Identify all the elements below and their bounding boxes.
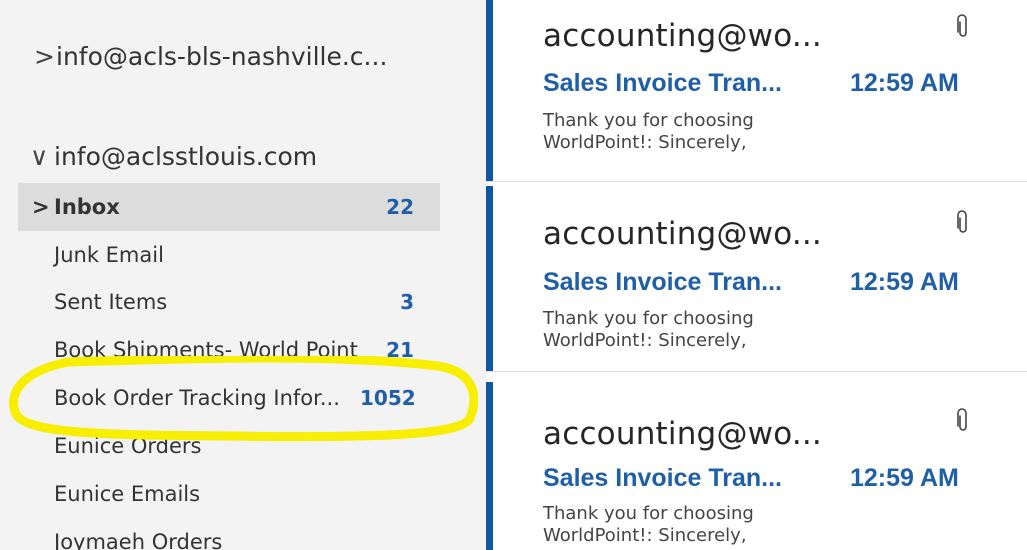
folder-label: Eunice Orders: [54, 434, 202, 458]
folder-label: Book Shipments- World Point: [54, 338, 358, 362]
message-time: 12:59 AM: [850, 69, 959, 97]
account-label: info@acls-bls-nashville.c...: [56, 42, 388, 71]
folder-junk-email[interactable]: Junk Email: [18, 231, 440, 279]
folder-label: Eunice Emails: [54, 482, 201, 506]
message-item[interactable]: accounting@wo... Sales Invoice Tran... 1…: [486, 186, 1027, 372]
message-time: 12:59 AM: [850, 268, 959, 296]
message-preview: Thank you for choosing WorldPoint!: Sinc…: [543, 503, 843, 547]
account-header-stlouis[interactable]: ∨ info@aclsstlouis.com: [30, 142, 318, 171]
folder-eunice-emails[interactable]: Eunice Emails: [18, 470, 440, 518]
unread-count: 1052: [360, 386, 416, 410]
account-label: info@aclsstlouis.com: [54, 142, 318, 171]
message-preview-line: WorldPoint!: Sincerely,: [543, 525, 747, 546]
message-time: 12:59 AM: [850, 464, 959, 492]
message-subject: Sales Invoice Tran...: [543, 464, 783, 492]
message-item[interactable]: accounting@wo... Sales Invoice Tran... 1…: [486, 382, 1027, 550]
folder-label: Junk Email: [54, 243, 164, 267]
unread-indicator: [486, 382, 493, 550]
paperclip-icon: [957, 14, 967, 37]
folder-label: Sent Items: [54, 290, 168, 314]
unread-indicator: [486, 0, 493, 181]
unread-indicator: [486, 186, 493, 371]
message-preview-line: WorldPoint!: Sincerely,: [543, 132, 747, 153]
folder-book-order-tracking[interactable]: Book Order Tracking Infor... 1052: [18, 374, 440, 422]
message-sender: accounting@wo...: [543, 18, 822, 54]
chevron-right-icon[interactable]: >: [34, 42, 55, 71]
message-preview-line: Thank you for choosing: [543, 503, 754, 524]
message-preview-line: WorldPoint!: Sincerely,: [543, 330, 747, 351]
folder-inbox[interactable]: > Inbox 22: [18, 183, 440, 231]
unread-count: 21: [386, 338, 414, 362]
folder-label: Book Order Tracking Infor...: [54, 386, 340, 410]
message-item[interactable]: accounting@wo... Sales Invoice Tran... 1…: [486, 0, 1027, 182]
folder-pane: > info@acls-bls-nashville.c... ∨ info@ac…: [0, 0, 486, 550]
account-header-nashville[interactable]: > info@acls-bls-nashville.c...: [34, 42, 387, 71]
message-preview: Thank you for choosing WorldPoint!: Sinc…: [543, 308, 843, 352]
message-preview: Thank you for choosing WorldPoint!: Sinc…: [543, 110, 843, 154]
message-list: accounting@wo... Sales Invoice Tran... 1…: [486, 0, 1027, 550]
unread-count: 22: [386, 195, 414, 219]
unread-count: 3: [400, 290, 414, 314]
folder-label: Inbox: [54, 195, 120, 219]
message-subject: Sales Invoice Tran...: [543, 268, 783, 296]
message-sender: accounting@wo...: [543, 216, 822, 252]
chevron-down-icon[interactable]: ∨: [30, 142, 52, 171]
paperclip-icon: [957, 210, 967, 233]
chevron-right-icon[interactable]: >: [18, 195, 50, 219]
message-preview-line: Thank you for choosing: [543, 308, 754, 329]
message-subject: Sales Invoice Tran...: [543, 69, 783, 97]
folder-sent-items[interactable]: Sent Items 3: [18, 278, 440, 326]
paperclip-icon: [957, 408, 967, 431]
folder-joymaeh-orders[interactable]: Joymaeh Orders: [18, 518, 440, 550]
message-preview-line: Thank you for choosing: [543, 110, 754, 131]
message-sender: accounting@wo...: [543, 416, 822, 452]
folder-book-shipments[interactable]: Book Shipments- World Point 21: [18, 326, 440, 374]
folder-eunice-orders[interactable]: Eunice Orders: [18, 422, 440, 470]
folder-label: Joymaeh Orders: [54, 530, 223, 550]
